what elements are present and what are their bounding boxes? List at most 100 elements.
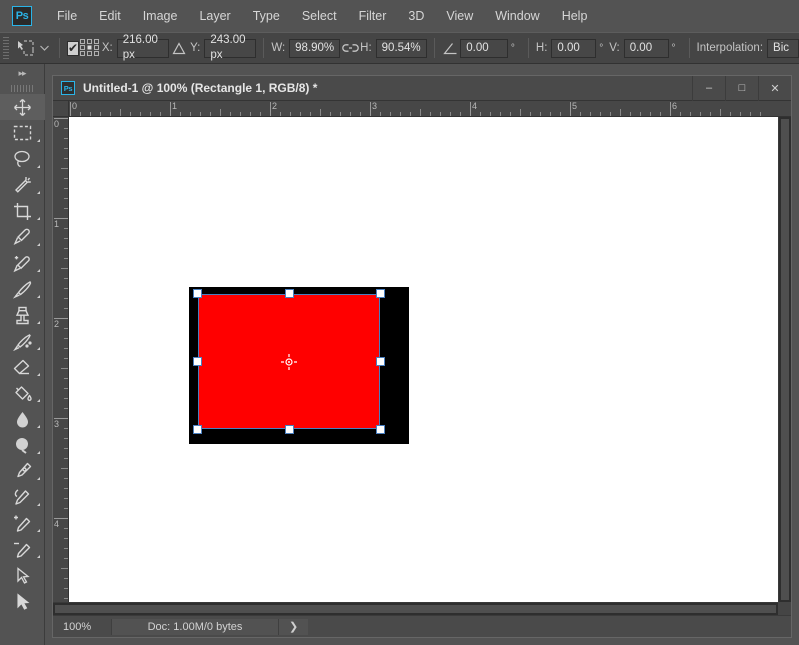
menu-item-type[interactable]: Type (242, 4, 291, 28)
menu-item-3d[interactable]: 3D (397, 4, 435, 28)
ruler-tick (64, 308, 68, 309)
ruler-tick (64, 398, 68, 399)
tools-panel-grip[interactable] (11, 82, 33, 94)
handle-top-left[interactable] (193, 289, 202, 298)
handle-bottom-right[interactable] (376, 425, 385, 434)
ruler-tick (660, 112, 661, 116)
vertical-scrollbar-thumb[interactable] (781, 119, 789, 600)
menu-item-edit[interactable]: Edit (88, 4, 132, 28)
ruler-tick (64, 548, 68, 549)
tool-blur[interactable] (0, 406, 45, 432)
menu-item-layer[interactable]: Layer (188, 4, 241, 28)
skew-v-field[interactable]: 0.00 (623, 38, 669, 58)
ruler-label: 1 (172, 101, 178, 111)
horizontal-scrollbar[interactable] (53, 602, 778, 615)
chevron-down-icon[interactable] (38, 45, 52, 51)
ruler-tick (730, 112, 731, 116)
document-title-bar[interactable]: Ps Untitled-1 @ 100% (Rectangle 1, RGB/8… (53, 75, 791, 101)
handle-top-center[interactable] (284, 289, 294, 298)
ruler-tick (700, 112, 701, 116)
canvas[interactable] (69, 117, 778, 602)
tool-direct-selection[interactable] (0, 588, 45, 614)
zoom-level-field[interactable]: 100% (53, 616, 111, 638)
ruler-tick (64, 298, 68, 299)
ruler-tick (200, 112, 201, 116)
height-field[interactable]: 90.54% (375, 38, 427, 58)
ruler-tick (580, 112, 581, 116)
tool-path-selection[interactable] (0, 562, 45, 588)
auto-select-checkbox[interactable]: ✔ (66, 40, 80, 56)
handle-middle-right[interactable] (376, 357, 385, 366)
tool-rectangular-marquee[interactable] (0, 120, 45, 146)
tool-eyedropper[interactable] (0, 224, 45, 250)
horizontal-ruler[interactable]: 0 1 2 3 4 5 6 (69, 101, 791, 117)
options-bar-grip[interactable] (3, 37, 10, 59)
ruler-tick (64, 228, 68, 229)
menu-item-filter[interactable]: Filter (348, 4, 398, 28)
tool-clone-stamp[interactable] (0, 302, 45, 328)
free-transform-icon[interactable] (13, 39, 37, 57)
rotate-angle-icon[interactable] (442, 42, 461, 55)
tool-history-brush[interactable] (0, 328, 45, 354)
tool-lasso[interactable] (0, 146, 45, 172)
tool-type[interactable] (0, 484, 45, 510)
ruler-tick (260, 112, 261, 116)
skew-h-field[interactable]: 0.00 (551, 38, 597, 58)
tool-move[interactable] (0, 94, 45, 120)
link-chain-icon[interactable] (340, 43, 360, 53)
ruler-tick (650, 112, 651, 116)
menu-item-view[interactable]: View (435, 4, 484, 28)
width-field-label: W: (271, 42, 286, 54)
horizontal-scrollbar-thumb[interactable] (55, 605, 776, 613)
handle-top-right[interactable] (376, 289, 385, 298)
tool-paint-bucket[interactable] (0, 380, 45, 406)
ruler-tick (450, 112, 451, 116)
menu-item-window[interactable]: Window (484, 4, 550, 28)
tool-eraser[interactable] (0, 354, 45, 380)
ruler-tick (64, 138, 68, 139)
vertical-scrollbar[interactable] (778, 117, 791, 602)
tool-healing-brush[interactable] (0, 250, 45, 276)
collapse-panel-icon[interactable]: ▸▸ (0, 64, 44, 82)
interpolation-dropdown[interactable]: Bic (767, 38, 799, 58)
handle-middle-left[interactable] (193, 357, 202, 366)
photoshop-window: Ps File Edit Image Layer Type Select Fil… (0, 0, 799, 645)
ruler-tick (360, 112, 361, 116)
menu-item-select[interactable]: Select (291, 4, 348, 28)
handle-bottom-center[interactable] (284, 425, 294, 434)
ruler-corner[interactable] (53, 101, 69, 117)
x-field-label: X: (101, 42, 113, 54)
tool-brush[interactable] (0, 276, 45, 302)
vertical-ruler[interactable]: 0 1 2 3 4 (53, 117, 69, 637)
menu-item-image[interactable]: Image (132, 4, 189, 28)
close-button[interactable]: ✕ (758, 75, 791, 101)
minimize-button[interactable]: – (692, 75, 725, 101)
ruler-label: 4 (472, 101, 478, 111)
options-divider-1 (58, 38, 60, 58)
tool-submenu-indicator (37, 373, 40, 376)
ruler-tick (64, 438, 68, 439)
handle-bottom-left[interactable] (193, 425, 202, 434)
x-field[interactable]: 216.00 px (116, 34, 169, 61)
width-field[interactable]: 98.90% (289, 38, 341, 58)
angle-field[interactable]: 0.00 (460, 38, 508, 58)
status-expand-arrow-icon[interactable]: ❯ (279, 618, 309, 635)
menu-item-file[interactable]: File (46, 4, 88, 28)
delta-triangle-icon[interactable] (169, 41, 190, 55)
document-window: Ps Untitled-1 @ 100% (Rectangle 1, RGB/8… (52, 75, 792, 638)
tool-add-anchor-point[interactable] (0, 510, 45, 536)
tool-crop[interactable] (0, 198, 45, 224)
tool-dodge[interactable] (0, 432, 45, 458)
reference-point-grid-icon[interactable] (79, 38, 102, 58)
maximize-button[interactable]: □ (725, 75, 758, 101)
tool-pen[interactable] (0, 458, 45, 484)
tool-magic-wand[interactable] (0, 172, 45, 198)
menu-item-help[interactable]: Help (551, 4, 599, 28)
transform-pivot-icon[interactable] (281, 353, 297, 370)
y-field[interactable]: 243.00 px (204, 34, 257, 61)
tool-delete-anchor-point[interactable] (0, 536, 45, 562)
transform-selection[interactable] (193, 289, 385, 434)
ruler-tick (380, 112, 381, 116)
ruler-tick (290, 112, 291, 116)
ruler-label: 4 (54, 519, 60, 529)
